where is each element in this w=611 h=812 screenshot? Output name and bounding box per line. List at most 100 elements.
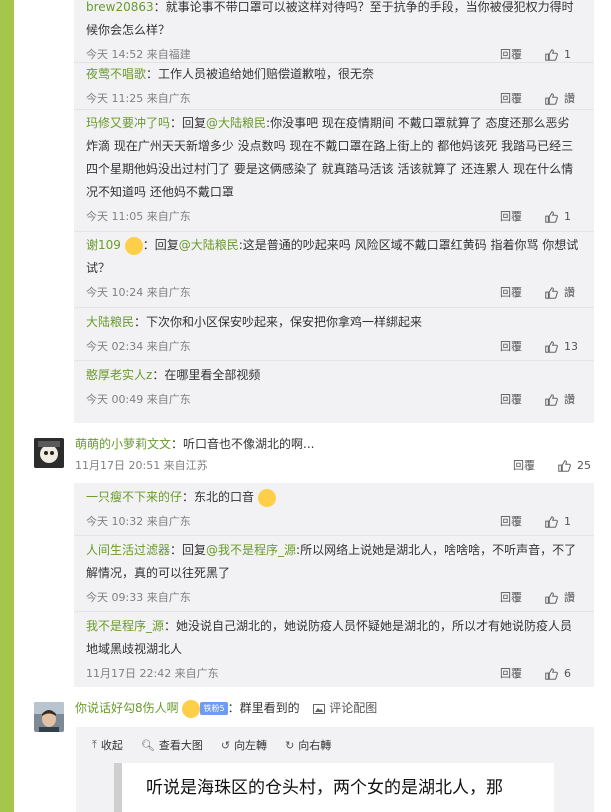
- comment-time: 11月17日 20:51 来自江苏: [75, 459, 208, 472]
- emoji-icon: [124, 236, 143, 255]
- avatar[interactable]: [34, 702, 64, 732]
- rotate-right-label: 向右轉: [298, 739, 332, 752]
- picture-viewer: ⤒ 收起 🔍︎ 查看大图 ↺ 向左轉 ↻ 向右轉 听说是海珠区的仓头村，两个女的是湖北人…: [76, 727, 594, 812]
- like-count: 讚: [564, 591, 575, 604]
- rotate-left-button[interactable]: ↺ 向左轉: [221, 737, 267, 753]
- like-count: 讚: [564, 393, 575, 406]
- like-button[interactable]: 讚: [544, 86, 582, 111]
- view-large-label: 查看大图: [158, 739, 203, 752]
- reply-prefix: ：回复: [170, 116, 207, 130]
- reply-text: ：下次你和小区保安吵起来，保安把你拿鸡一样綁起来: [134, 315, 423, 329]
- reply-text-line: 我不是程序_源：她没说自己湖北的，她说防疫人员怀疑她是湖北的，所以才有她说防疫人…: [86, 615, 582, 661]
- reply-time: 今天 02:34 来自广东: [86, 340, 191, 353]
- comment-picture-link[interactable]: 评论配图: [313, 701, 377, 715]
- comment-username[interactable]: 萌萌的小萝莉文文: [75, 437, 171, 451]
- thumbs-up-icon: [558, 460, 571, 472]
- reply-text-line: brew20863：就事论事不带口罩可以被这样对待吗？至于抗争的手段，当你被侵犯…: [86, 0, 582, 42]
- comment-text-line: 萌萌的小萝莉文文：听口音也不像湖北的啊...: [75, 434, 595, 454]
- reply-username[interactable]: 我不是程序_源: [86, 619, 164, 633]
- reply-list: brew20863：就事论事不带口罩可以被这样对待吗？至于抗争的手段，当你被侵犯…: [74, 0, 594, 423]
- reply-username[interactable]: 憨厚老实人z: [86, 368, 152, 382]
- comment-picture-label: 评论配图: [329, 701, 378, 715]
- reply-mention[interactable]: @大陆粮民: [179, 238, 239, 252]
- reply-text: ：就事论事不带口罩可以被这样对待吗？至于抗争的手段，当你被侵犯权力得时候你会怎么…: [86, 0, 574, 37]
- like-button[interactable]: 讚: [544, 280, 582, 305]
- left-accent-bar: [0, 0, 14, 812]
- reply-username[interactable]: 人间生活过滤器: [86, 543, 170, 557]
- reply-button[interactable]: 回覆: [500, 280, 522, 305]
- reply-mention[interactable]: @我不是程序_源: [206, 543, 296, 557]
- reply-button[interactable]: 回覆: [500, 204, 522, 229]
- reply-meta: 今天 11:25 来自广东 回覆 讚: [86, 86, 582, 111]
- reply-button[interactable]: 回覆: [513, 454, 535, 478]
- reply-item: 大陆粮民：下次你和小区保安吵起来，保安把你拿鸡一样綁起来 今天 02:34 来自…: [74, 308, 594, 361]
- avatar-image: [34, 438, 64, 468]
- reply-list: 一只瘦不下来的仔：东北的口音 今天 10:32 来自广东 回覆 1 人间生活过滤…: [74, 483, 594, 687]
- reply-text: ：东北的口音: [182, 490, 255, 504]
- reply-meta: 11月17日 22:42 来自广东 回覆 6: [86, 661, 582, 686]
- comment-meta: 11月17日 20:51 来自江苏 回覆 25: [75, 454, 595, 478]
- reply-meta: 今天 00:49 来自广东 回覆 讚: [86, 387, 582, 412]
- reply-prefix: ：回复: [142, 238, 179, 252]
- reply-meta: 今天 10:32 来自广东 回覆 1: [86, 509, 582, 534]
- like-button[interactable]: 1: [544, 509, 582, 534]
- thumbs-up-icon: [545, 515, 558, 528]
- thumbs-up-icon: [545, 48, 558, 61]
- like-button[interactable]: 6: [544, 661, 582, 686]
- reply-mention[interactable]: @大陆粮民: [206, 116, 266, 130]
- rotate-right-button[interactable]: ↻ 向右轉: [285, 737, 331, 753]
- reply-text: ：在哪里看全部视频: [152, 368, 261, 382]
- reply-username[interactable]: 大陆粮民: [86, 315, 134, 329]
- rotate-left-icon: ↺: [220, 738, 231, 752]
- reply-item: brew20863：就事论事不带口罩可以被这样对待吗？至于抗争的手段，当你被侵犯…: [74, 0, 594, 63]
- reply-username[interactable]: 夜莺不唱歌: [86, 67, 146, 81]
- like-count: 讚: [564, 286, 575, 299]
- reply-username[interactable]: brew20863: [86, 0, 154, 14]
- reply-meta: 今天 09:33 来自广东 回覆 讚: [86, 585, 582, 610]
- emoji-icon: [182, 699, 201, 718]
- reply-prefix: ：回复: [170, 543, 207, 557]
- reply-time: 今天 14:52 来自福建: [86, 48, 191, 61]
- like-button[interactable]: 25: [557, 454, 595, 478]
- reply-time: 今天 00:49 来自广东: [86, 393, 191, 406]
- reply-text: ：工作人员被追给她们赔偿道歉啦，很无奈: [146, 67, 375, 81]
- reply-text-line: 谢109 ：回复@大陆粮民:这是普通的吵起来吗 风险区域不戴口罩红黄码 指着你骂…: [86, 234, 582, 280]
- view-large-button[interactable]: 🔍︎ 查看大图: [141, 737, 203, 753]
- reply-meta: 今天 11:05 来自广东 回覆 1: [86, 204, 582, 229]
- thumbs-up-icon: [545, 667, 558, 680]
- picture-text: 听说是海珠区的仓头村，两个女的是湖北人，那: [146, 778, 503, 798]
- reply-username[interactable]: 一只瘦不下来的仔: [86, 490, 182, 504]
- like-button[interactable]: 讚: [544, 387, 582, 412]
- collapse-icon: ⤒: [92, 738, 97, 751]
- thumbs-up-icon: [545, 340, 558, 353]
- reply-button[interactable]: 回覆: [500, 387, 522, 412]
- reply-item: 玛修又要冲了吗：回复@大陆粮民:你没事吧 现在疫情期间 不戴口罩就算了 态度还那…: [74, 110, 594, 232]
- reply-item: 人间生活过滤器：回复@我不是程序_源:所以网络上说她是湖北人，啥啥啥，不听声音，…: [74, 536, 594, 612]
- like-button[interactable]: 讚: [544, 585, 582, 610]
- reply-time: 今天 11:25 来自广东: [86, 92, 191, 105]
- like-count: 1: [564, 210, 571, 223]
- reply-username[interactable]: 玛修又要冲了吗: [86, 116, 170, 130]
- reply-username[interactable]: 谢109: [86, 238, 121, 252]
- comment-username[interactable]: 你说话好勾8伤人啊: [75, 701, 179, 715]
- picture-toolbar: ⤒ 收起 🔍︎ 查看大图 ↺ 向左轉 ↻ 向右轉: [76, 727, 594, 763]
- reply-button[interactable]: 回覆: [500, 86, 522, 111]
- reply-button[interactable]: 回覆: [500, 661, 522, 686]
- reply-item: 我不是程序_源：她没说自己湖北的，她说防疫人员怀疑她是湖北的，所以才有她说防疫人…: [74, 612, 594, 687]
- thumbs-up-icon: [545, 286, 558, 299]
- avatar[interactable]: [34, 438, 64, 468]
- reply-meta: 今天 02:34 来自广东 回覆 13: [86, 334, 582, 359]
- like-button[interactable]: 13: [544, 334, 582, 359]
- like-button[interactable]: 1: [544, 204, 582, 229]
- comment-item: 萌萌的小萝莉文文：听口音也不像湖北的啊... 11月17日 20:51 来自江苏…: [75, 434, 595, 478]
- like-count: 13: [564, 340, 578, 353]
- collapse-button[interactable]: ⤒ 收起: [92, 737, 123, 753]
- reply-button[interactable]: 回覆: [500, 585, 522, 610]
- reply-button[interactable]: 回覆: [500, 509, 522, 534]
- comment-picture[interactable]: 听说是海珠区的仓头村，两个女的是湖北人，那: [114, 763, 554, 812]
- reply-text-line: 憨厚老实人z：在哪里看全部视频: [86, 364, 582, 387]
- reply-time: 今天 11:05 来自广东: [86, 210, 191, 223]
- reply-time: 今天 10:32 来自广东: [86, 515, 191, 528]
- reply-button[interactable]: 回覆: [500, 334, 522, 359]
- like-count: 25: [577, 459, 591, 472]
